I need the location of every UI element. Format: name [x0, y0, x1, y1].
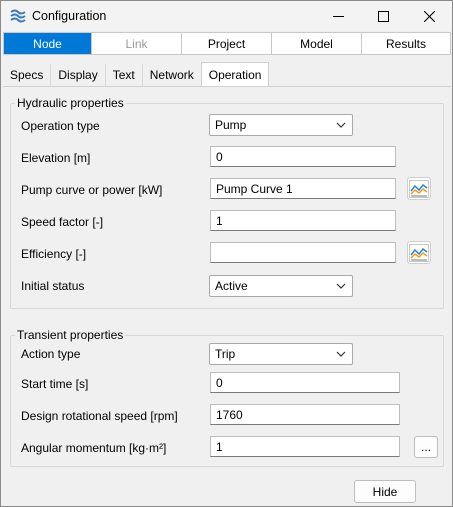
chevron-down-icon [336, 351, 346, 357]
hide-button[interactable]: Hide [354, 480, 416, 503]
pump-curve-field[interactable] [210, 178, 396, 199]
close-button[interactable] [407, 1, 452, 31]
efficiency-label: Efficiency [-] [21, 247, 87, 261]
pump-curve-label: Pump curve or power [kW] [21, 183, 163, 197]
maximize-icon [378, 10, 389, 22]
window-title: Configuration [32, 9, 107, 23]
action-type-value: Trip [215, 347, 236, 361]
angular-momentum-field[interactable] [210, 436, 400, 457]
curve-chart-icon [409, 179, 429, 198]
transient-properties-legend: Transient properties [15, 328, 126, 342]
close-icon [424, 10, 435, 22]
operation-type-label: Operation type [21, 119, 100, 133]
nav-link-button[interactable]: Link [92, 33, 182, 54]
elevation-label: Elevation [m] [21, 151, 91, 165]
initial-status-select[interactable]: Active [209, 275, 353, 297]
action-type-select[interactable]: Trip [209, 343, 353, 365]
tab-text[interactable]: Text [106, 64, 143, 86]
tab-operation[interactable]: Operation [200, 62, 270, 86]
angular-momentum-more-button[interactable]: ... [414, 436, 438, 458]
tab-network[interactable]: Network [143, 64, 201, 86]
chevron-down-icon [336, 122, 346, 128]
title-bar: Configuration [1, 1, 452, 31]
tab-specs[interactable]: Specs [3, 64, 52, 86]
curve-chart-icon [409, 243, 429, 262]
operation-type-value: Pump [215, 118, 247, 132]
initial-status-label: Initial status [21, 279, 85, 293]
top-nav: Node Link Project Model Results [3, 32, 451, 55]
hydraulic-properties-legend: Hydraulic properties [15, 96, 126, 110]
start-time-label: Start time [s] [21, 377, 89, 391]
minimize-icon [333, 15, 344, 17]
pump-curve-editor-button[interactable] [407, 177, 431, 200]
efficiency-field[interactable] [210, 242, 396, 263]
design-speed-label: Design rotational speed [rpm] [21, 409, 178, 423]
nav-results-button[interactable]: Results [362, 33, 450, 54]
operation-type-select[interactable]: Pump [209, 114, 353, 136]
design-speed-field[interactable] [210, 404, 400, 425]
minimize-button[interactable] [316, 1, 361, 31]
start-time-field[interactable] [210, 372, 400, 393]
speed-factor-label: Speed factor [-] [21, 215, 104, 229]
chevron-down-icon [336, 283, 346, 289]
app-icon [10, 9, 26, 23]
initial-status-value: Active [215, 279, 248, 293]
configuration-window: Configuration Node Link Project Model Re… [0, 0, 453, 507]
efficiency-curve-button[interactable] [407, 241, 431, 264]
angular-momentum-label: Angular momentum [kg·m²] [21, 441, 167, 455]
nav-project-button[interactable]: Project [182, 33, 272, 54]
nav-model-button[interactable]: Model [272, 33, 362, 54]
tab-display[interactable]: Display [51, 64, 106, 86]
sub-tab-bar: Specs Display Text Network Operation [3, 62, 270, 86]
maximize-button[interactable] [361, 1, 406, 31]
speed-factor-field[interactable] [210, 210, 396, 231]
elevation-field[interactable] [210, 146, 396, 167]
nav-node-button[interactable]: Node [4, 33, 92, 54]
action-type-label: Action type [21, 347, 81, 361]
